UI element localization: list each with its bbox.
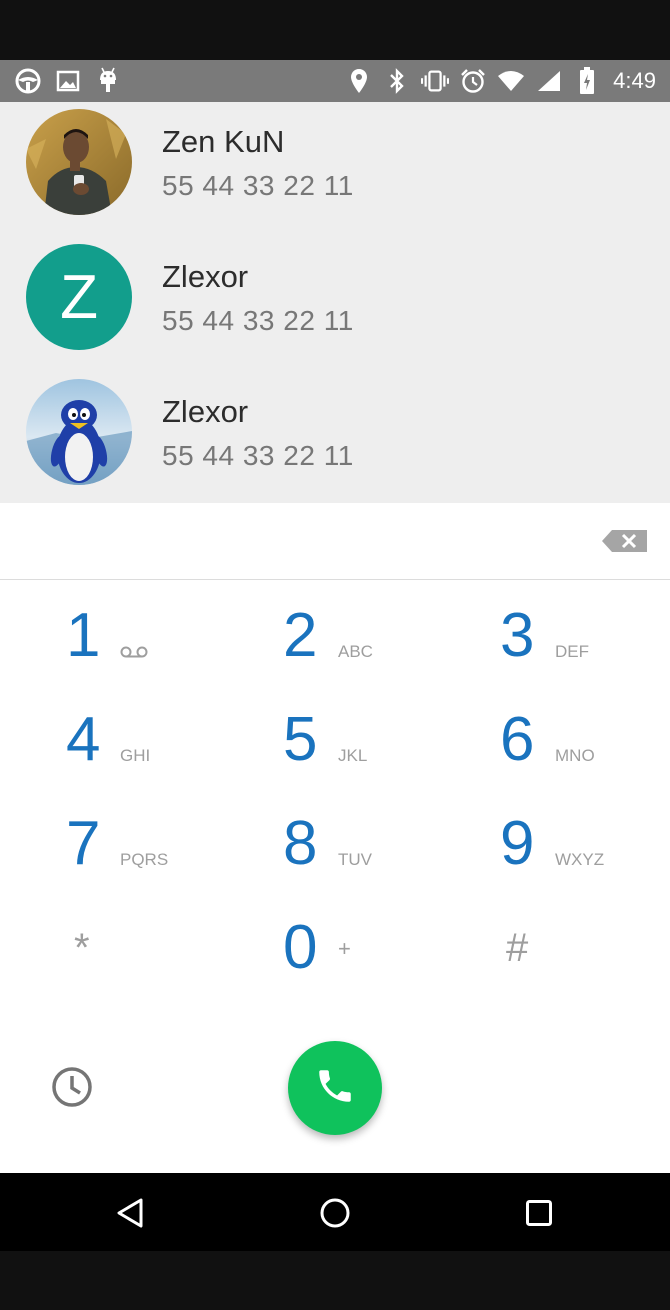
contact-item[interactable]: Z Zlexor 55 44 33 22 11 [0,237,670,372]
key-digit: 6 [500,705,535,774]
phone-icon [314,1065,356,1111]
back-icon[interactable] [110,1193,150,1233]
contact-item[interactable]: Zlexor 55 44 33 22 11 [0,372,670,507]
key-3[interactable]: 3 DEF [500,596,650,676]
key-digit: 5 [283,705,318,774]
contact-photo-avatar [26,379,132,485]
contact-letter-avatar: Z [26,244,132,350]
battery-icon [573,67,601,95]
key-letters: PQRS [120,850,169,869]
key-7[interactable]: 7 PQRS [66,804,216,884]
top-frame [0,0,670,60]
image-icon [54,67,82,95]
key-digit: 2 [283,601,318,670]
steering-wheel-icon [14,67,42,95]
navigation-bar [0,1173,670,1251]
contact-number: 55 44 33 22 11 [162,440,354,471]
voicemail-icon [120,644,148,663]
contact-name: Zlexor [162,259,249,294]
key-digit: 9 [500,809,535,878]
signal-icon [535,67,563,95]
contact-suggestions-list: Zen KuN 55 44 33 22 11 Z Zlexor 55 44 33… [0,102,670,503]
dialpad: 1 2 ABC 3 DEF 4 GHI 5 JKL 6 MNO 7 PQRS 8… [0,580,670,1173]
key-digit: 8 [283,809,318,878]
call-button[interactable] [288,1041,382,1135]
key-2[interactable]: 2 ABC [283,596,433,676]
recents-icon[interactable] [519,1193,559,1233]
contact-number: 55 44 33 22 11 [162,305,354,336]
key-9[interactable]: 9 WXYZ [500,804,650,884]
alarm-icon [459,67,487,95]
key-digit: 0 [283,913,318,982]
status-time: 4:49 [613,68,656,93]
contact-item[interactable]: Zen KuN 55 44 33 22 11 [0,102,670,237]
contact-name: Zen KuN [162,124,285,159]
key-letters: + [338,936,351,961]
call-history-icon[interactable] [49,1064,95,1110]
contact-number: 55 44 33 22 11 [162,170,354,201]
key-0[interactable]: 0 + [283,908,433,988]
key-pound[interactable]: # [506,908,656,988]
key-star[interactable]: * [74,908,224,988]
bluetooth-icon [383,67,411,95]
key-digit: # [506,926,529,970]
key-digit: 1 [66,601,101,670]
key-1[interactable]: 1 [66,596,216,676]
vibrate-icon [421,67,450,95]
android-icon [94,67,122,95]
key-digit: 4 [66,705,101,774]
key-letters: JKL [338,746,368,765]
key-letters: WXYZ [555,850,605,869]
key-8[interactable]: 8 TUV [283,804,433,884]
contact-photo-avatar [26,109,132,215]
key-letters: GHI [120,746,151,765]
key-letters: DEF [555,642,589,661]
key-letters: TUV [338,850,372,869]
dial-input-row [0,503,670,580]
avatar-letter: Z [60,262,98,332]
key-4[interactable]: 4 GHI [66,700,216,780]
contact-name: Zlexor [162,394,249,429]
key-digit: 7 [66,809,101,878]
backspace-icon[interactable] [602,529,648,553]
location-icon [345,67,373,95]
key-digit: * [74,926,90,970]
bottom-frame [0,1251,670,1310]
key-letters: MNO [555,746,595,765]
home-icon[interactable] [315,1193,355,1233]
key-letters: ABC [338,642,373,661]
key-6[interactable]: 6 MNO [500,700,650,780]
key-digit: 3 [500,601,535,670]
status-bar: 4:49 [0,60,670,102]
wifi-icon [497,67,525,95]
dial-input[interactable] [20,519,580,563]
key-5[interactable]: 5 JKL [283,700,433,780]
